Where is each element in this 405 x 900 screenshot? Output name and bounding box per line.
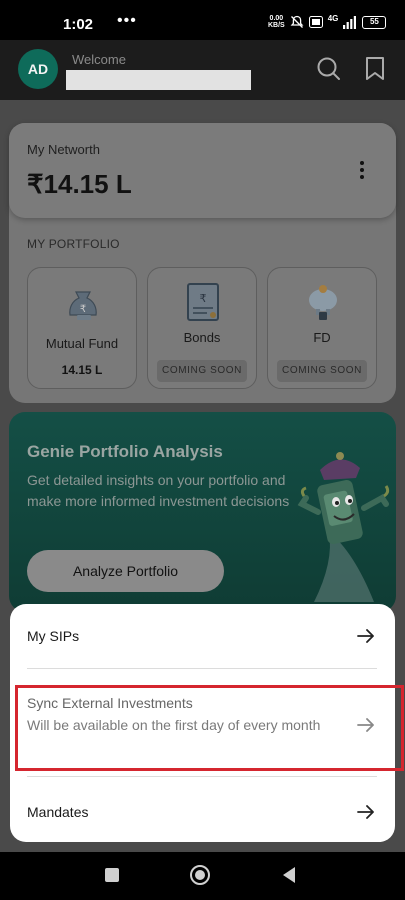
- tile-title: Bonds: [183, 330, 221, 345]
- status-icons: 0.00 KB/S 4G 55: [268, 13, 387, 29]
- mute-bell-icon: [290, 15, 304, 28]
- welcome-text: Welcome: [72, 52, 126, 67]
- genie-description: Get detailed insights on your portfolio …: [27, 472, 290, 509]
- avatar[interactable]: AD: [18, 49, 58, 89]
- mutual-fund-icon: ₹: [69, 291, 97, 320]
- analyze-portfolio-button[interactable]: Analyze Portfolio: [27, 550, 224, 592]
- row-label: My SIPs: [27, 628, 80, 644]
- volte-icon: [308, 16, 323, 28]
- status-time: 1:02: [63, 16, 94, 33]
- portfolio-tile-mutual-fund[interactable]: ₹ Mutual Fund 14.15 L: [27, 267, 137, 389]
- portfolio-heading: MY PORTFOLIO: [27, 237, 120, 251]
- user-name-redacted: [66, 70, 251, 90]
- status-bar: 1:02 ••• 0.00 KB/S 4G 55: [0, 0, 405, 40]
- my-sips-row[interactable]: My SIPs: [10, 604, 395, 668]
- fd-icon: [309, 285, 337, 320]
- arrow-right-icon: [357, 629, 374, 643]
- networth-summary[interactable]: My Networth ₹14.15 L: [9, 123, 396, 218]
- highlight-box: [15, 685, 404, 771]
- mandates-row[interactable]: Mandates: [10, 778, 395, 842]
- portfolio-tile-bonds[interactable]: ₹ Bonds COMING SOON: [147, 267, 257, 389]
- system-nav-bar: [0, 852, 405, 900]
- more-notifications-icon: •••: [117, 12, 137, 29]
- divider: [27, 776, 377, 777]
- bonds-icon: ₹: [187, 283, 219, 321]
- svg-text:₹: ₹: [80, 304, 86, 315]
- tile-value: 14.15 L: [61, 363, 103, 377]
- genie-title: Genie Portfolio Analysis: [27, 442, 223, 461]
- battery-icon: 55: [362, 15, 387, 29]
- coming-soon-badge: COMING SOON: [157, 360, 247, 382]
- coming-soon-badge: COMING SOON: [277, 360, 367, 382]
- app-header: AD Welcome: [0, 40, 405, 100]
- networth-value: ₹14.15 L: [27, 169, 132, 199]
- search-icon[interactable]: [316, 56, 342, 82]
- home-icon[interactable]: [190, 865, 210, 885]
- network-type: 4G: [327, 13, 339, 23]
- networth-label: My Networth: [27, 142, 100, 157]
- divider: [27, 668, 377, 669]
- portfolio-tile-fd[interactable]: FD COMING SOON: [267, 267, 377, 389]
- tile-title: FD: [313, 330, 331, 345]
- network-speed: 0.00 KB/S: [268, 15, 285, 29]
- svg-text:₹: ₹: [200, 292, 207, 305]
- arrow-right-icon: [357, 805, 374, 819]
- row-label: Mandates: [27, 804, 89, 820]
- bookmark-icon[interactable]: [364, 56, 386, 82]
- back-icon[interactable]: [283, 867, 295, 883]
- genie-mascot-icon: [297, 452, 390, 602]
- networth-card: My Networth ₹14.15 L MY PORTFOLIO ₹ Mutu…: [9, 123, 396, 403]
- recent-apps-icon[interactable]: [105, 868, 119, 882]
- kebab-menu-icon[interactable]: [359, 161, 365, 182]
- genie-portfolio-card: Genie Portfolio Analysis Get detailed in…: [9, 412, 396, 612]
- tile-title: Mutual Fund: [45, 336, 119, 351]
- signal-icon: [343, 15, 357, 29]
